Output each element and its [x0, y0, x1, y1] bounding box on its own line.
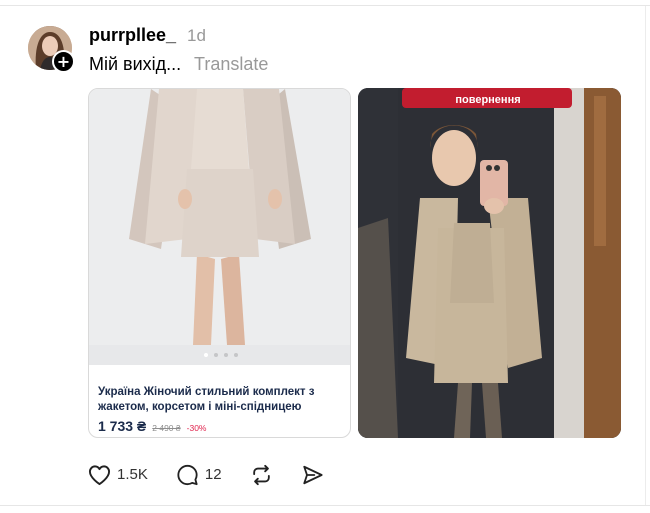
- product-discount: -30%: [186, 423, 207, 433]
- like-count: 1.5K: [117, 466, 148, 483]
- carousel-dot[interactable]: [223, 353, 228, 357]
- product-photo: [89, 89, 350, 345]
- bottom-divider: [0, 505, 650, 506]
- post-time[interactable]: 1d: [187, 25, 206, 47]
- selfie-image: повернення: [358, 88, 621, 438]
- carousel-dots: [89, 345, 350, 365]
- price-row: 1 733 ₴ 2 490 ₴ -30%: [98, 418, 206, 434]
- username[interactable]: purrpllee_: [89, 24, 176, 46]
- top-divider: [0, 5, 650, 6]
- like-button[interactable]: 1.5K: [88, 464, 148, 486]
- product-price: 1 733 ₴: [98, 418, 147, 434]
- selfie-photo[interactable]: повернення: [358, 88, 621, 438]
- avatar-wrap[interactable]: +: [28, 26, 75, 73]
- product-old-price: 2 490 ₴: [152, 423, 181, 433]
- post-actions: 1.5K 12: [88, 462, 352, 488]
- comment-icon: [177, 464, 198, 486]
- comment-count: 12: [204, 466, 222, 483]
- post-caption: Мій вихід...: [89, 54, 182, 74]
- sign-text: повернення: [455, 94, 520, 106]
- carousel-dot[interactable]: [203, 353, 208, 357]
- share-button[interactable]: [301, 464, 324, 486]
- repost-button[interactable]: [250, 464, 273, 486]
- carousel-dot[interactable]: [213, 353, 218, 357]
- repost-icon: [252, 464, 270, 486]
- share-icon: [302, 465, 323, 485]
- follow-plus-icon[interactable]: +: [52, 50, 75, 73]
- right-edge: [645, 6, 646, 505]
- product-title[interactable]: Україна Жіночий стильний комплект з жаке…: [98, 385, 338, 415]
- translate-link[interactable]: Translate: [194, 53, 268, 75]
- product-card[interactable]: Україна Жіночий стильний комплект з жаке…: [88, 88, 351, 438]
- heart-icon: [88, 465, 111, 486]
- carousel-dot[interactable]: [233, 353, 238, 357]
- comment-button[interactable]: 12: [176, 464, 222, 486]
